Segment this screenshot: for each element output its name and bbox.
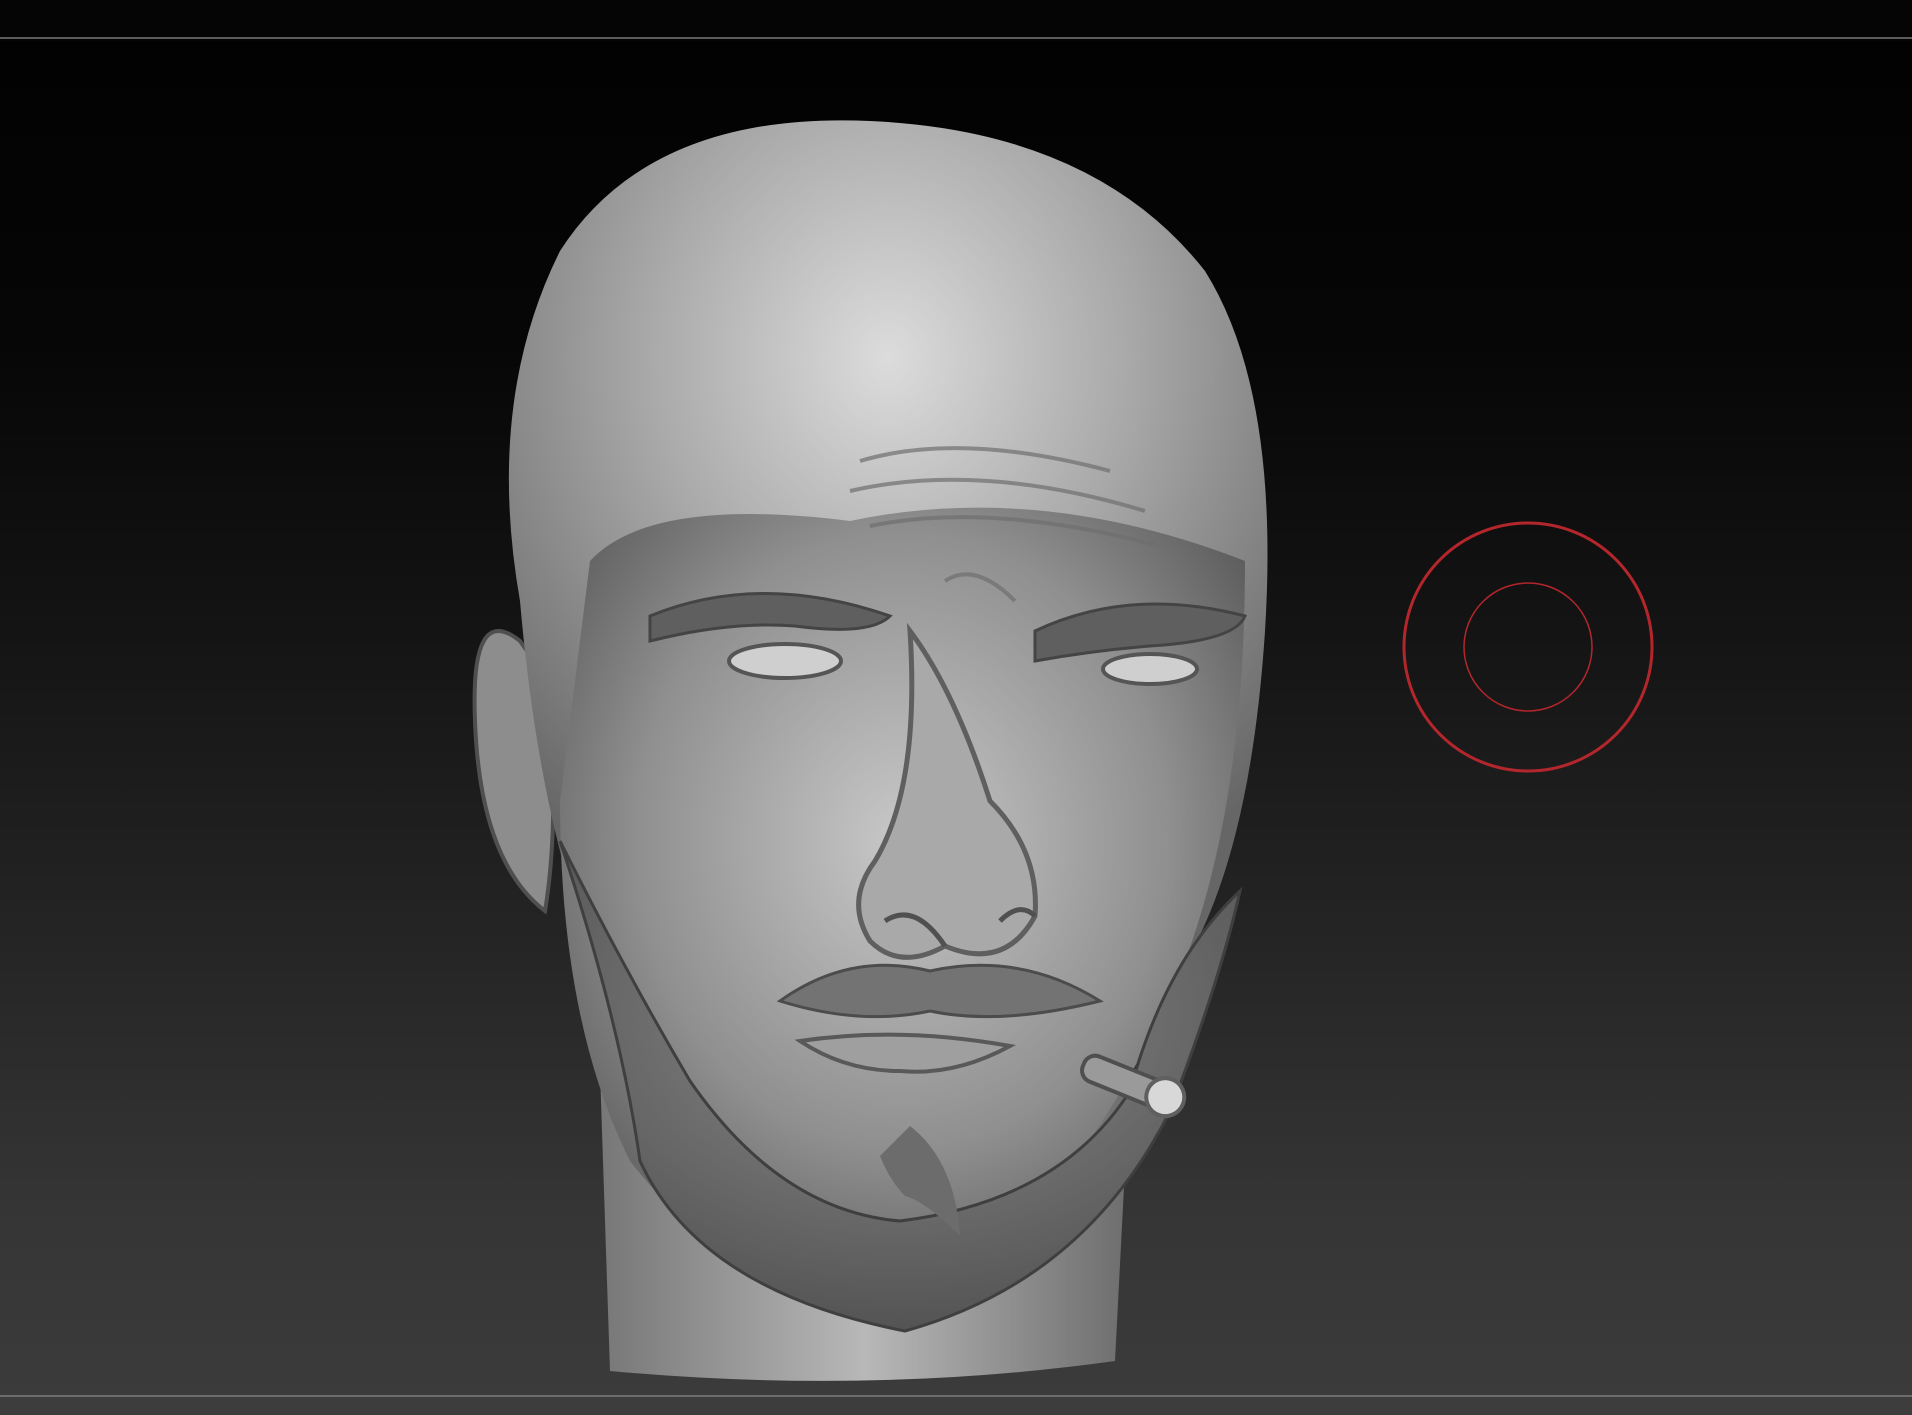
bottom-toolbar: [0, 1395, 1912, 1415]
brush-cursor-icon: [1402, 521, 1654, 773]
canvas-viewport[interactable]: [0, 41, 1912, 1395]
eye-right: [1101, 652, 1199, 686]
eye-left: [727, 642, 843, 680]
top-toolbar: [0, 0, 1912, 39]
sculpting-app: [0, 0, 1912, 1415]
